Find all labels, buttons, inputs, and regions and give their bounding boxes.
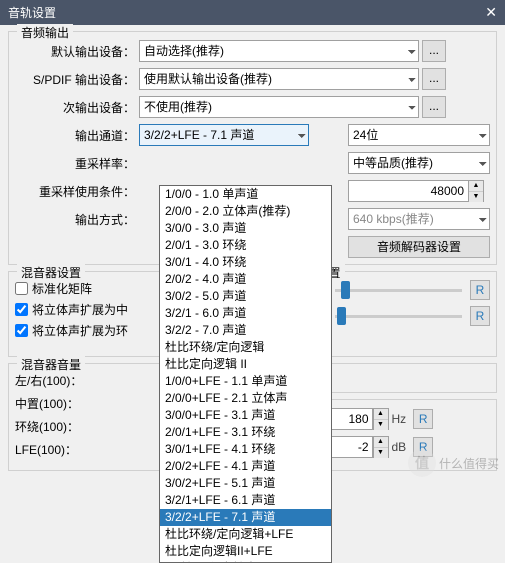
spinner[interactable]: ▲▼	[468, 180, 484, 202]
dropdown-option[interactable]: 3/0/1 - 4.0 环绕	[160, 254, 331, 271]
checkbox-normalize-matrix[interactable]	[15, 282, 28, 295]
slider-b[interactable]	[335, 315, 463, 318]
label-output-mode: 输出方式：	[15, 211, 135, 228]
select-default-device[interactable]: 自动选择(推荐)	[139, 40, 419, 62]
dropdown-option[interactable]: 1/0/0+LFE - 1.1 单声道	[160, 373, 331, 390]
dropdown-option[interactable]: 1/0/0 - 1.0 单声道	[160, 186, 331, 203]
input-sample-rate[interactable]	[348, 180, 468, 202]
dropdown-option[interactable]: 3/0/1+LFE - 4.1 环绕	[160, 441, 331, 458]
decoder-settings-button[interactable]: 音频解码器设置	[348, 236, 490, 258]
more-button[interactable]: ...	[422, 40, 446, 62]
dropdown-option[interactable]: 2/0/1+LFE - 3.1 环绕	[160, 424, 331, 441]
slider-a[interactable]	[335, 289, 463, 292]
reset-button[interactable]: R	[470, 306, 490, 326]
dropdown-option[interactable]: 3/2/1+LFE - 6.1 声道	[160, 492, 331, 509]
unit-db: dB	[392, 440, 407, 454]
chevron-down-icon: ▼	[469, 192, 483, 202]
label-resample-cond: 重采样使用条件：	[15, 183, 135, 200]
spinner[interactable]: ▲▼	[373, 436, 389, 458]
select-quality[interactable]: 中等品质(推荐)	[348, 152, 490, 174]
label-stereo-center: 将立体声扩展为中	[32, 301, 128, 318]
label-left-right: 左/右(100)：	[15, 372, 87, 389]
dropdown-option[interactable]: 杜比环绕/定向逻辑	[160, 339, 331, 356]
dropdown-option[interactable]: 3/0/0 - 3.0 声道	[160, 220, 331, 237]
dropdown-option[interactable]: 3/0/2+LFE - 5.1 声道	[160, 475, 331, 492]
dropdown-option[interactable]: 3/2/2 - 7.0 声道	[160, 322, 331, 339]
watermark: 值 什么值得买	[408, 449, 499, 477]
label-secondary-device: 次输出设备：	[15, 99, 135, 116]
dropdown-option[interactable]: 杜比环绕/定向逻辑+LFE	[160, 526, 331, 543]
input-gain[interactable]	[331, 436, 373, 458]
dropdown-option[interactable]: 3/2/1 - 6.0 声道	[160, 305, 331, 322]
dropdown-list-output-channel: 1/0/0 - 1.0 单声道2/0/0 - 2.0 立体声(推荐)3/0/0 …	[159, 185, 332, 563]
reset-button[interactable]: R	[413, 409, 433, 429]
dropdown-option[interactable]: 3/2/2+LFE - 7.1 声道	[160, 509, 331, 526]
label-surround: 环绕(100)：	[15, 418, 87, 435]
select-secondary-device[interactable]: 不使用(推荐)	[139, 96, 419, 118]
dropdown-option[interactable]: 杜比定向逻辑II+LFE	[160, 543, 331, 560]
chevron-up-icon: ▲	[469, 181, 483, 192]
group-title: 音频输出	[17, 24, 73, 41]
select-output-channel[interactable]: 3/2/2+LFE - 7.1 声道	[139, 124, 309, 146]
label-center: 中置(100)：	[15, 395, 87, 412]
more-button[interactable]: ...	[422, 96, 446, 118]
dropdown-option[interactable]: 2/0/2 - 4.0 声道	[160, 271, 331, 288]
window-title: 音轨设置	[8, 4, 56, 21]
select-spdif-device[interactable]: 使用默认输出设备(推荐)	[139, 68, 419, 90]
input-freq[interactable]	[331, 408, 373, 430]
spinner[interactable]: ▲▼	[373, 408, 389, 430]
label-output-channel: 输出通道：	[15, 127, 135, 144]
watermark-text: 什么值得买	[439, 455, 499, 472]
reset-button[interactable]: R	[470, 280, 490, 300]
label-resample-rate: 重采样率：	[15, 155, 135, 172]
group-title: 混音器设置	[17, 264, 85, 281]
dropdown-option[interactable]: 3/0/0+LFE - 3.1 声道	[160, 407, 331, 424]
more-button[interactable]: ...	[422, 68, 446, 90]
checkbox-stereo-surround[interactable]	[15, 324, 28, 337]
label-default-device: 默认输出设备：	[15, 43, 135, 60]
dropdown-option[interactable]: 2/0/2+LFE - 4.1 声道	[160, 458, 331, 475]
dropdown-option[interactable]: 杜比定向逻辑 II	[160, 356, 331, 373]
titlebar: 音轨设置 ✕	[0, 0, 505, 25]
dropdown-option[interactable]: 2/0/0 - 2.0 立体声(推荐)	[160, 203, 331, 220]
dropdown-option[interactable]: 2/0/0+LFE - 2.1 立体声	[160, 390, 331, 407]
select-bit-depth[interactable]: 24位	[348, 124, 490, 146]
label-lfe: LFE(100)：	[15, 441, 87, 458]
label-stereo-surround: 将立体声扩展为环	[32, 322, 128, 339]
dropdown-option[interactable]: 2/0/1 - 3.0 环绕	[160, 237, 331, 254]
close-icon[interactable]: ✕	[485, 4, 497, 21]
checkbox-stereo-center[interactable]	[15, 303, 28, 316]
select-bitrate[interactable]: 640 kbps(推荐)	[348, 208, 490, 230]
unit-hz: Hz	[392, 412, 407, 426]
label-spdif-device: S/PDIF 输出设备：	[15, 71, 135, 88]
group-title: 混音器音量	[17, 356, 85, 373]
label-normalize: 标准化矩阵	[32, 280, 92, 297]
dropdown-option[interactable]: 3/0/2 - 5.0 声道	[160, 288, 331, 305]
watermark-icon: 值	[408, 449, 436, 477]
